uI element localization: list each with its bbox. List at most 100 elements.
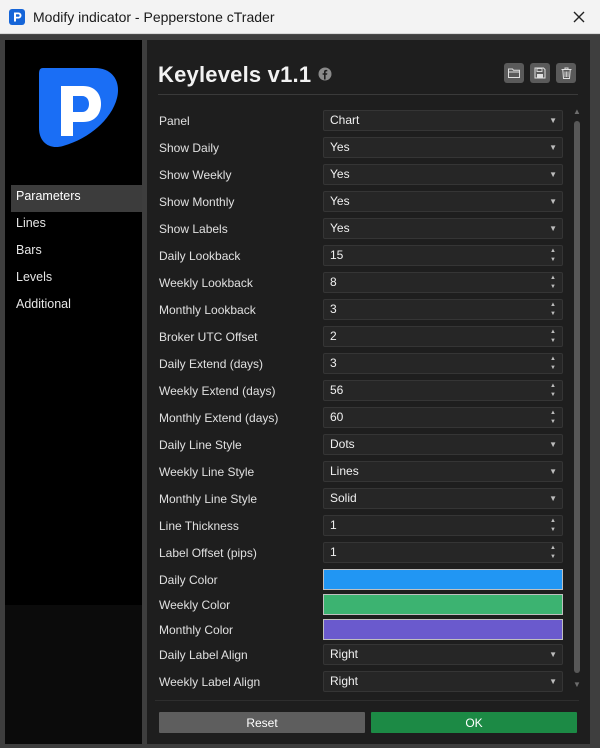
pepperstone-app-icon (9, 9, 25, 25)
param-row-daily-line-style: Daily Line Style Dots ▼ (147, 432, 567, 459)
facebook-icon[interactable] (318, 67, 332, 81)
dropdown-arrow-icon: ▼ (549, 440, 557, 449)
param-label: Weekly Extend (days) (159, 384, 276, 398)
param-label: Weekly Color (159, 598, 231, 612)
dropdown-arrow-icon: ▼ (549, 467, 557, 476)
spin-arrows-icon[interactable]: ▲ ▼ (549, 275, 557, 290)
param-row-weekly-label-align: Weekly Label Align Right ▼ (147, 669, 567, 696)
daily-lookback-stepper[interactable]: 15 ▲ ▼ (323, 245, 563, 266)
monthly-lookback-stepper[interactable]: 3 ▲ ▼ (323, 299, 563, 320)
param-label: Monthly Extend (days) (159, 411, 279, 425)
window-title: Modify indicator - Pepperstone cTrader (33, 9, 275, 25)
dropdown-arrow-icon: ▼ (549, 197, 557, 206)
param-row-line-thickness: Line Thickness 1 ▲ ▼ (147, 513, 567, 540)
param-row-daily-extend: Daily Extend (days) 3 ▲ ▼ (147, 351, 567, 378)
show-weekly-select[interactable]: Yes ▼ (323, 164, 563, 185)
stepper-value: 1 (330, 545, 337, 559)
show-monthly-select[interactable]: Yes ▼ (323, 191, 563, 212)
footer-divider (155, 700, 579, 701)
param-row-monthly-line-style: Monthly Line Style Solid ▼ (147, 486, 567, 513)
sidebar-item-parameters[interactable]: Parameters (11, 185, 142, 212)
param-label: Show Labels (159, 222, 228, 236)
spin-arrows-icon[interactable]: ▲ ▼ (549, 545, 557, 560)
spin-arrows-icon[interactable]: ▲ ▼ (549, 383, 557, 398)
select-value: Dots (330, 437, 355, 451)
line-thickness-stepper[interactable]: 1 ▲ ▼ (323, 515, 563, 536)
param-label: Show Daily (159, 141, 220, 155)
weekly-line-style-select[interactable]: Lines ▼ (323, 461, 563, 482)
param-row-show-monthly: Show Monthly Yes ▼ (147, 189, 567, 216)
param-label: Daily Label Align (159, 648, 248, 662)
param-row-panel: Panel Chart ▼ (147, 108, 567, 135)
weekly-extend-stepper[interactable]: 56 ▲ ▼ (323, 380, 563, 401)
scroll-down-icon[interactable]: ▼ (573, 680, 581, 689)
sidebar: Parameters Lines Bars Levels Additional (5, 40, 142, 744)
label-offset-stepper[interactable]: 1 ▲ ▼ (323, 542, 563, 563)
stepper-value: 15 (330, 248, 344, 262)
select-value: Yes (330, 140, 350, 154)
close-icon (573, 11, 585, 23)
daily-line-style-select[interactable]: Dots ▼ (323, 434, 563, 455)
save-preset-button[interactable] (530, 63, 550, 83)
header-divider (158, 94, 578, 95)
param-label: Weekly Line Style (159, 465, 255, 479)
stepper-value: 60 (330, 410, 344, 424)
param-label: Show Monthly (159, 195, 235, 209)
stepper-value: 8 (330, 275, 337, 289)
stepper-value: 1 (330, 518, 337, 532)
sidebar-item-additional[interactable]: Additional (5, 293, 142, 320)
spin-arrows-icon[interactable]: ▲ ▼ (549, 248, 557, 263)
stepper-value: 56 (330, 383, 344, 397)
weekly-color-picker[interactable] (323, 594, 563, 615)
close-button[interactable] (566, 4, 592, 30)
show-labels-select[interactable]: Yes ▼ (323, 218, 563, 239)
param-row-show-weekly: Show Weekly Yes ▼ (147, 162, 567, 189)
sidebar-item-bars[interactable]: Bars (5, 239, 142, 266)
dropdown-arrow-icon: ▼ (549, 650, 557, 659)
monthly-color-picker[interactable] (323, 619, 563, 640)
sidebar-item-levels[interactable]: Levels (5, 266, 142, 293)
scroll-up-icon[interactable]: ▲ (573, 107, 581, 116)
monthly-extend-stepper[interactable]: 60 ▲ ▼ (323, 407, 563, 428)
param-label: Weekly Label Align (159, 675, 261, 689)
ok-button[interactable]: OK (371, 712, 577, 733)
param-row-daily-lookback: Daily Lookback 15 ▲ ▼ (147, 243, 567, 270)
monthly-line-style-select[interactable]: Solid ▼ (323, 488, 563, 509)
param-row-monthly-lookback: Monthly Lookback 3 ▲ ▼ (147, 297, 567, 324)
spin-arrows-icon[interactable]: ▲ ▼ (549, 356, 557, 371)
dropdown-arrow-icon: ▼ (549, 677, 557, 686)
daily-extend-stepper[interactable]: 3 ▲ ▼ (323, 353, 563, 374)
weekly-lookback-stepper[interactable]: 8 ▲ ▼ (323, 272, 563, 293)
scroll-thumb[interactable] (574, 121, 580, 673)
dropdown-arrow-icon: ▼ (549, 494, 557, 503)
param-row-show-daily: Show Daily Yes ▼ (147, 135, 567, 162)
param-row-monthly-extend: Monthly Extend (days) 60 ▲ ▼ (147, 405, 567, 432)
sidebar-item-lines[interactable]: Lines (5, 212, 142, 239)
parameter-list: Panel Chart ▼ Show Daily Yes ▼ Show Weekly… (147, 108, 567, 696)
delete-preset-button[interactable] (556, 63, 576, 83)
spin-arrows-icon[interactable]: ▲ ▼ (549, 518, 557, 533)
show-daily-select[interactable]: Yes ▼ (323, 137, 563, 158)
reset-button[interactable]: Reset (159, 712, 365, 733)
parameters-scrollbar[interactable]: ▲ ▼ (572, 107, 582, 689)
open-preset-button[interactable] (504, 63, 524, 83)
parameters-panel: Keylevels v1.1 Panel Chart ▼ Show Daily (147, 40, 590, 744)
title-bar: Modify indicator - Pepperstone cTrader (0, 0, 600, 34)
folder-icon (508, 68, 520, 78)
spin-arrows-icon[interactable]: ▲ ▼ (549, 302, 557, 317)
spin-arrows-icon[interactable]: ▲ ▼ (549, 329, 557, 344)
spin-arrows-icon[interactable]: ▲ ▼ (549, 410, 557, 425)
param-label: Daily Extend (days) (159, 357, 264, 371)
param-label: Monthly Color (159, 623, 234, 637)
indicator-title: Keylevels v1.1 (158, 62, 312, 87)
stepper-value: 3 (330, 356, 337, 370)
daily-label-align-select[interactable]: Right ▼ (323, 644, 563, 665)
param-label: Daily Lookback (159, 249, 241, 263)
daily-color-picker[interactable] (323, 569, 563, 590)
param-label: Panel (159, 114, 190, 128)
panel-select[interactable]: Chart ▼ (323, 110, 563, 131)
param-label: Weekly Lookback (159, 276, 253, 290)
weekly-label-align-select[interactable]: Right ▼ (323, 671, 563, 692)
broker-utc-offset-stepper[interactable]: 2 ▲ ▼ (323, 326, 563, 347)
select-value: Lines (330, 464, 359, 478)
